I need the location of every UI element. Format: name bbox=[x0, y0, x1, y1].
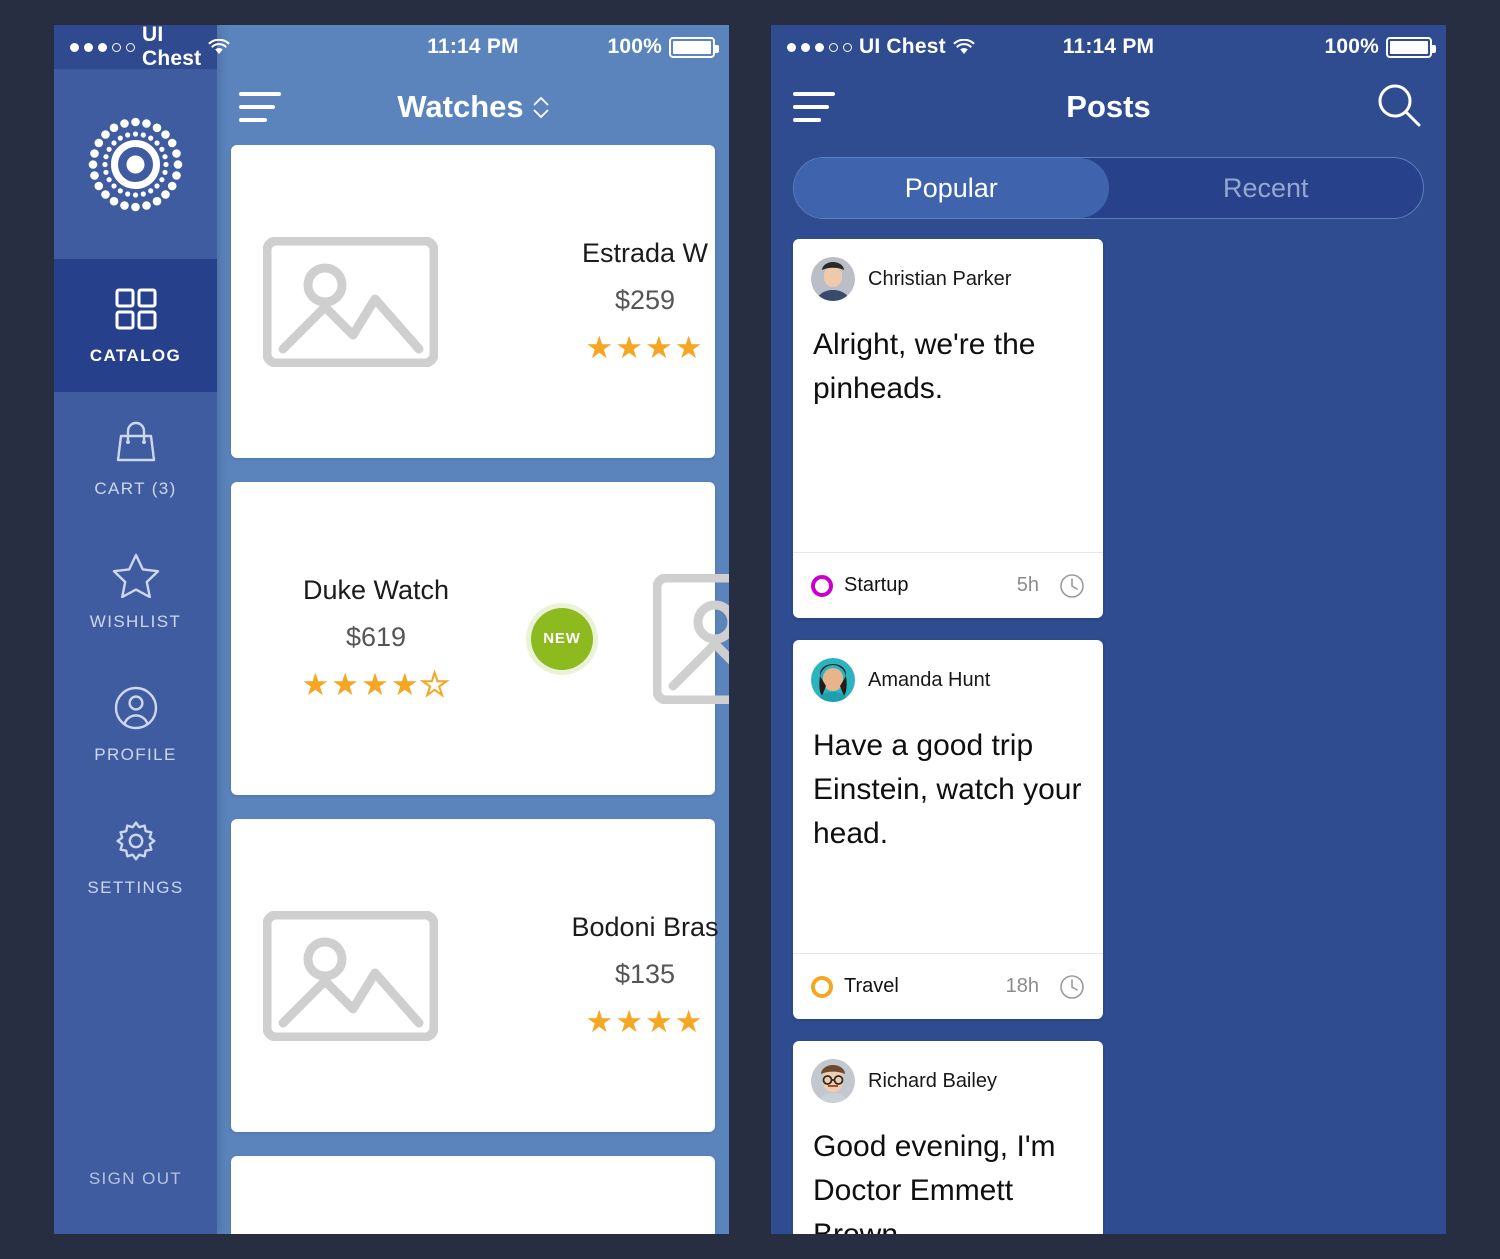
product-rating: ★★★★ bbox=[585, 1003, 705, 1039]
product-card[interactable]: Estrada W $259 ★★★★ bbox=[231, 145, 715, 458]
catalog-phone: 11:14 PM 100% Watches Estrada W $259 ★★★… bbox=[54, 25, 729, 1234]
user-circle-icon bbox=[113, 685, 159, 731]
signal-dots-icon bbox=[70, 42, 135, 52]
post-author: Richard Bailey bbox=[868, 1069, 997, 1092]
product-card[interactable]: Duke Watch $619 ★★★★★ NEW bbox=[231, 482, 729, 795]
new-badge: NEW bbox=[531, 607, 593, 670]
status-bar-drawer: UI Chest bbox=[54, 25, 230, 70]
image-placeholder-icon bbox=[231, 910, 469, 1041]
page-title-right: Posts bbox=[1066, 89, 1151, 124]
radial-burst-logo-icon bbox=[54, 69, 217, 259]
page-title-left: Watches bbox=[397, 89, 524, 124]
image-placeholder-icon bbox=[231, 236, 469, 367]
sidebar-item-label: CATALOG bbox=[89, 345, 182, 365]
post-author: Amanda Hunt bbox=[868, 668, 991, 691]
category-ring-icon bbox=[811, 975, 833, 998]
post-card[interactable]: Richard Bailey Good evening, I'm Doctor … bbox=[793, 1041, 1103, 1234]
screenshot-stage: 11:14 PM 100% Watches Estrada W $259 ★★★… bbox=[0, 0, 1500, 1259]
tab-popular[interactable]: Popular bbox=[794, 158, 1109, 218]
avatar bbox=[811, 658, 855, 702]
star-outline-icon bbox=[111, 552, 161, 598]
hamburger-menu-icon[interactable] bbox=[239, 92, 281, 122]
post-time: 18h bbox=[1005, 975, 1039, 997]
post-card[interactable]: Amanda Hunt Have a good trip Einstein, w… bbox=[793, 640, 1103, 1019]
product-name: Duke Watch bbox=[302, 574, 450, 605]
product-rating: ★★★★ bbox=[585, 329, 705, 365]
carrier-label: UI Chest bbox=[859, 35, 946, 58]
sidebar-item-wishlist[interactable]: WISHLIST bbox=[54, 525, 217, 658]
sidebar-item-cart[interactable]: CART (3) bbox=[54, 392, 217, 525]
sidebar-item-label: WISHLIST bbox=[89, 611, 182, 631]
wifi-icon bbox=[953, 39, 975, 55]
search-icon[interactable] bbox=[1376, 82, 1422, 133]
nav-drawer: UI Chest CATALOG CART (3) WISHLIST PROFI… bbox=[54, 25, 230, 1234]
product-list: Estrada W $259 ★★★★ Duke Watch $619 ★★★★… bbox=[217, 145, 729, 1234]
post-text: Alright, we're the pinheads. bbox=[813, 328, 1036, 406]
avatar bbox=[811, 1059, 855, 1103]
carrier-label: UI Chest bbox=[142, 25, 202, 70]
sort-chevrons-icon[interactable] bbox=[533, 96, 549, 118]
gear-icon bbox=[113, 818, 159, 864]
signal-dots-icon bbox=[787, 42, 852, 52]
posts-grid: Christian Parker Alright, we're the pinh… bbox=[771, 239, 1446, 1234]
navbar-title-left: Watches bbox=[217, 89, 729, 125]
battery-percent-left: 100% bbox=[607, 35, 662, 58]
product-price: $619 bbox=[345, 621, 407, 652]
posts-filter-tabs: Popular Recent bbox=[771, 145, 1446, 239]
battery-full-icon bbox=[1386, 36, 1436, 58]
status-bar-left: 11:14 PM 100% bbox=[217, 25, 729, 69]
product-price: $135 bbox=[614, 958, 676, 989]
product-name: Bodoni Bras bbox=[571, 911, 719, 942]
battery-percent-right: 100% bbox=[1324, 35, 1379, 58]
battery-full-icon bbox=[669, 36, 719, 58]
sidebar-item-profile[interactable]: PROFILE bbox=[54, 658, 217, 791]
post-text: Good evening, I'm Doctor Emmett Brown. bbox=[813, 1130, 1056, 1234]
post-author: Christian Parker bbox=[868, 267, 1012, 290]
drawer-menu: CATALOG CART (3) WISHLIST PROFILE SETTIN… bbox=[54, 259, 217, 1124]
product-name: Estrada W bbox=[581, 237, 709, 268]
tab-recent[interactable]: Recent bbox=[1109, 158, 1424, 218]
navbar-left: Watches bbox=[217, 69, 729, 145]
product-card[interactable]: Bodoni Bras $135 ★★★★ bbox=[231, 819, 719, 1132]
sign-out-button[interactable]: SIGN OUT bbox=[54, 1124, 217, 1234]
image-placeholder-icon bbox=[653, 573, 729, 704]
product-card[interactable] bbox=[231, 1156, 715, 1234]
post-text: Have a good trip Einstein, watch your he… bbox=[813, 729, 1082, 851]
post-category: Travel bbox=[844, 975, 899, 997]
grid-icon bbox=[114, 286, 158, 332]
clock-icon bbox=[1059, 573, 1085, 599]
sidebar-item-settings[interactable]: SETTINGS bbox=[54, 791, 217, 924]
sidebar-item-catalog[interactable]: CATALOG bbox=[54, 259, 217, 392]
post-card[interactable]: Christian Parker Alright, we're the pinh… bbox=[793, 239, 1103, 618]
product-price: $259 bbox=[614, 284, 676, 315]
navbar-right: Posts bbox=[771, 69, 1446, 145]
avatar bbox=[811, 257, 855, 301]
posts-phone: UI Chest 11:14 PM 100% Posts Popular Rec… bbox=[771, 25, 1446, 1234]
clock-icon bbox=[1059, 974, 1085, 1000]
post-category: Startup bbox=[844, 574, 909, 596]
product-rating: ★★★★★ bbox=[301, 666, 451, 703]
post-time: 5h bbox=[1016, 574, 1039, 596]
sidebar-item-label: CART (3) bbox=[94, 478, 177, 498]
sidebar-item-label: SETTINGS bbox=[87, 877, 184, 897]
wifi-icon bbox=[208, 39, 230, 55]
category-ring-icon bbox=[811, 574, 833, 597]
status-bar-right: UI Chest 11:14 PM 100% bbox=[771, 25, 1446, 69]
hamburger-menu-icon[interactable] bbox=[793, 92, 835, 122]
shopping-bag-icon bbox=[113, 419, 159, 465]
sidebar-item-label: PROFILE bbox=[94, 744, 177, 764]
catalog-content: 11:14 PM 100% Watches Estrada W $259 ★★★… bbox=[217, 25, 729, 1234]
